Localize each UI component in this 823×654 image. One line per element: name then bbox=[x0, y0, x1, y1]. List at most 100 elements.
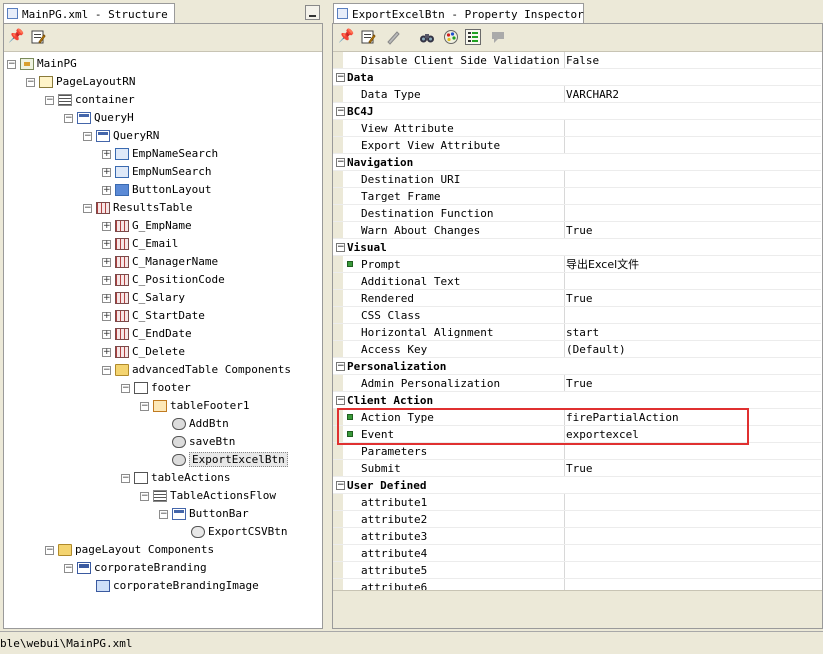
tree-node[interactable]: + C_PositionCode bbox=[102, 271, 225, 289]
expand-icon[interactable]: + bbox=[102, 149, 111, 159]
property-row[interactable]: attribute3 bbox=[333, 528, 821, 545]
property-value[interactable]: (Default) bbox=[566, 341, 626, 358]
pin-icon[interactable]: 📌 bbox=[8, 29, 24, 45]
collapse-icon[interactable]: − bbox=[140, 491, 149, 501]
expand-icon[interactable]: + bbox=[102, 239, 111, 249]
tree-node[interactable]: − ResultsTable bbox=[83, 199, 192, 217]
property-row[interactable]: Disable Client Side Validation False bbox=[333, 52, 821, 69]
expand-icon[interactable]: + bbox=[102, 167, 111, 177]
collapse-icon[interactable]: − bbox=[121, 383, 130, 393]
tree-node[interactable]: AddBtn bbox=[159, 415, 229, 433]
tree-node[interactable]: − footer bbox=[121, 379, 191, 397]
property-row[interactable]: Parameters bbox=[333, 443, 821, 460]
property-category[interactable]: − User Defined bbox=[333, 477, 821, 494]
tree-node[interactable]: − pageLayout Components bbox=[45, 541, 214, 559]
property-category[interactable]: − BC4J bbox=[333, 103, 821, 120]
collapse-icon[interactable]: − bbox=[83, 203, 92, 213]
property-row[interactable]: Data Type VARCHAR2 bbox=[333, 86, 821, 103]
property-category[interactable]: − Navigation bbox=[333, 154, 821, 171]
tree-node[interactable]: − corporateBranding bbox=[64, 559, 207, 577]
collapse-icon[interactable]: − bbox=[45, 545, 54, 555]
property-row[interactable]: Additional Text bbox=[333, 273, 821, 290]
collapse-icon[interactable]: − bbox=[336, 362, 345, 371]
tree-node[interactable]: − TableActionsFlow bbox=[140, 487, 276, 505]
comment-icon[interactable] bbox=[490, 29, 506, 45]
tree-node[interactable]: − tableActions bbox=[121, 469, 230, 487]
structure-tab[interactable]: MainPG.xml - Structure bbox=[3, 3, 175, 23]
tree-node[interactable]: + C_Salary bbox=[102, 289, 185, 307]
collapse-icon[interactable]: − bbox=[121, 473, 130, 483]
edit-icon[interactable] bbox=[30, 29, 46, 45]
tree-node[interactable]: + C_EndDate bbox=[102, 325, 192, 343]
property-row[interactable]: View Attribute bbox=[333, 120, 821, 137]
property-value[interactable]: True bbox=[566, 222, 593, 239]
collapse-icon[interactable]: − bbox=[336, 158, 345, 167]
tree-node[interactable]: + EmpNumSearch bbox=[102, 163, 211, 181]
property-row[interactable]: CSS Class bbox=[333, 307, 821, 324]
property-category[interactable]: − Client Action bbox=[333, 392, 821, 409]
pencil-icon[interactable] bbox=[385, 29, 401, 45]
collapse-icon[interactable]: − bbox=[336, 396, 345, 405]
property-row[interactable]: attribute4 bbox=[333, 545, 821, 562]
tree-node[interactable]: − QueryRN bbox=[83, 127, 159, 145]
minimize-button[interactable] bbox=[305, 5, 320, 20]
property-row[interactable]: Horizontal Alignment start bbox=[333, 324, 821, 341]
expand-icon[interactable]: + bbox=[102, 329, 111, 339]
expand-icon[interactable]: + bbox=[102, 185, 111, 195]
property-row[interactable]: Destination Function bbox=[333, 205, 821, 222]
property-row[interactable]: Rendered True bbox=[333, 290, 821, 307]
collapse-icon[interactable]: − bbox=[336, 243, 345, 252]
property-value[interactable]: True bbox=[566, 460, 593, 477]
collapse-icon[interactable]: − bbox=[336, 73, 345, 82]
property-inspector-tab[interactable]: ExportExcelBtn - Property Inspector bbox=[333, 3, 584, 23]
expand-icon[interactable]: + bbox=[102, 293, 111, 303]
collapse-icon[interactable]: − bbox=[26, 77, 35, 87]
expand-icon[interactable]: + bbox=[102, 311, 111, 321]
property-value[interactable]: 导出Excel文件 bbox=[566, 256, 639, 273]
collapse-icon[interactable]: − bbox=[102, 365, 111, 375]
binoculars-icon[interactable] bbox=[419, 29, 435, 45]
expand-icon[interactable]: + bbox=[102, 221, 111, 231]
tree-node[interactable]: + C_Delete bbox=[102, 343, 185, 361]
collapse-icon[interactable]: − bbox=[64, 113, 73, 123]
tree-node[interactable]: + ButtonLayout bbox=[102, 181, 211, 199]
pin-icon[interactable]: 📌 bbox=[338, 29, 354, 45]
property-row[interactable]: attribute2 bbox=[333, 511, 821, 528]
collapse-icon[interactable]: − bbox=[7, 59, 16, 69]
property-row[interactable]: Submit True bbox=[333, 460, 821, 477]
collapse-icon[interactable]: − bbox=[140, 401, 149, 411]
collapse-icon[interactable]: − bbox=[64, 563, 73, 573]
property-row[interactable]: Destination URI bbox=[333, 171, 821, 188]
property-row[interactable]: Warn About Changes True bbox=[333, 222, 821, 239]
collapse-icon[interactable]: − bbox=[45, 95, 54, 105]
property-row[interactable]: Admin Personalization True bbox=[333, 375, 821, 392]
property-value[interactable]: start bbox=[566, 324, 599, 341]
collapse-icon[interactable]: − bbox=[336, 107, 345, 116]
tree-node[interactable]: corporateBrandingImage bbox=[83, 577, 259, 595]
tree-node[interactable]: + C_ManagerName bbox=[102, 253, 218, 271]
property-value[interactable]: True bbox=[566, 290, 593, 307]
property-category[interactable]: − Personalization bbox=[333, 358, 821, 375]
collapse-icon[interactable]: − bbox=[336, 481, 345, 490]
palette-icon[interactable] bbox=[443, 29, 459, 45]
tree-node[interactable]: saveBtn bbox=[159, 433, 235, 451]
collapse-icon[interactable]: − bbox=[83, 131, 92, 141]
property-row[interactable]: Prompt 导出Excel文件 bbox=[333, 256, 821, 273]
tree-node[interactable]: ExportCSVBtn bbox=[178, 523, 287, 541]
property-row[interactable]: attribute6 bbox=[333, 579, 821, 590]
tree-node[interactable]: − PageLayoutRN bbox=[26, 73, 135, 91]
property-row[interactable]: Export View Attribute bbox=[333, 137, 821, 154]
expand-icon[interactable]: + bbox=[102, 347, 111, 357]
expand-icon[interactable]: + bbox=[102, 275, 111, 285]
collapse-icon[interactable]: − bbox=[159, 509, 168, 519]
property-value[interactable]: True bbox=[566, 375, 593, 392]
tree-node[interactable]: − ButtonBar bbox=[159, 505, 249, 523]
tree-node[interactable]: − tableFooter1 bbox=[140, 397, 249, 415]
property-value[interactable]: False bbox=[566, 52, 599, 69]
property-row[interactable]: attribute5 bbox=[333, 562, 821, 579]
tree-node[interactable]: + EmpNameSearch bbox=[102, 145, 218, 163]
edit-icon[interactable] bbox=[360, 29, 376, 45]
tree-node[interactable]: − container bbox=[45, 91, 135, 109]
property-row[interactable]: Target Frame bbox=[333, 188, 821, 205]
property-value[interactable]: VARCHAR2 bbox=[566, 86, 619, 103]
